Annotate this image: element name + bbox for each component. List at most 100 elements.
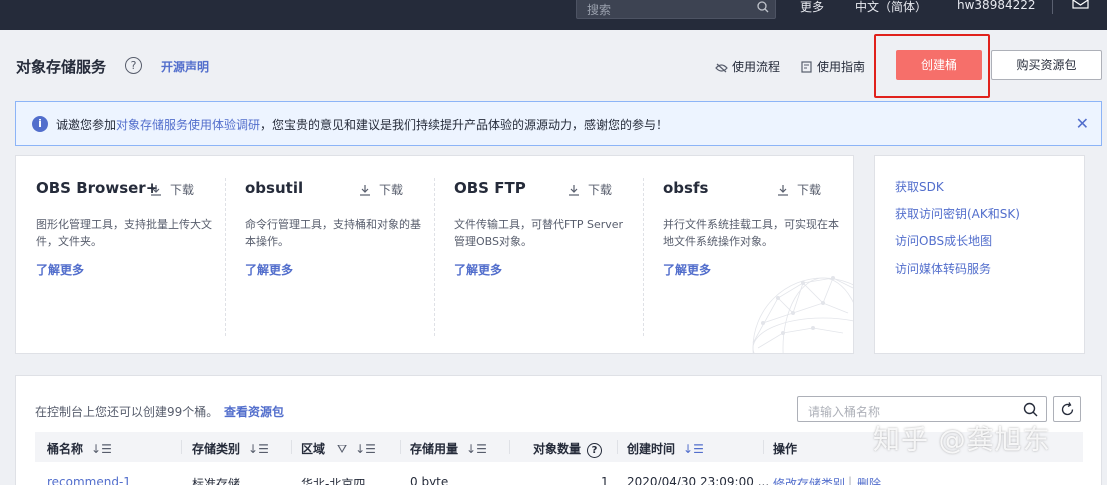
tool-download-label: 下载 (170, 183, 195, 197)
created-time-cell: 2020/04/30 23:09:00 ... (627, 475, 770, 485)
column-storage-class[interactable]: 存储类别 ↓☰ (192, 440, 269, 457)
media-transcode-link[interactable]: 访问媒体转码服务 (895, 260, 991, 277)
page-title: 对象存储服务 (16, 58, 107, 76)
storage-class-cell: 标准存储 (192, 477, 241, 485)
language-switch[interactable]: 中文（简体） (855, 0, 927, 15)
refresh-icon (1061, 402, 1074, 416)
open-source-link[interactable]: 开源声明 (161, 58, 209, 75)
op-divider: | (848, 475, 853, 485)
decorative-globe-graphic (752, 276, 853, 353)
tool-learn-more-link[interactable]: 了解更多 (663, 261, 711, 278)
mail-icon[interactable] (1072, 0, 1090, 12)
create-bucket-button[interactable]: 创建桶 (896, 50, 982, 80)
tool-card-obs-browser: OBS Browser+ 下载 图形化管理工具，支持批量上传大文件，文件夹。 了… (16, 156, 225, 353)
search-icon[interactable] (757, 1, 769, 16)
column-label: 桶名称 (47, 442, 84, 456)
tool-download-link[interactable]: 下载 (568, 181, 612, 198)
info-icon: i (32, 116, 48, 132)
column-bucket-name[interactable]: 桶名称 ↓☰ (47, 440, 112, 457)
column-object-count: 对象数量? (533, 440, 603, 458)
column-divider (617, 440, 618, 454)
get-sdk-link[interactable]: 获取SDK (895, 178, 944, 195)
column-label: 对象数量 (533, 442, 582, 456)
more-menu[interactable]: 更多 (800, 0, 824, 15)
sort-icon[interactable]: ↓☰ (466, 442, 487, 456)
sort-active-icon[interactable]: ↓☰ (683, 442, 704, 456)
usage-guide-link[interactable]: 使用指南 (801, 58, 865, 75)
filter-icon[interactable]: ⛛ (337, 442, 347, 456)
buy-package-button[interactable]: 购买资源包 (991, 50, 1102, 80)
column-label: 创建时间 (627, 442, 676, 456)
document-edit-icon (801, 61, 812, 73)
top-nav-bar: 搜索 更多 中文（简体） hw38984222 (0, 0, 1107, 30)
tool-desc: 命令行管理工具，支持桶和对象的基本操作。 (245, 218, 421, 248)
growth-map-link[interactable]: 访问OBS成长地图 (895, 232, 992, 249)
table-row: recommend-1 标准存储 华北-北京四 0 byte 1 2020/04… (35, 472, 1083, 485)
quick-links-panel: 获取SDK 获取访问密钥(AK和SK) 访问OBS成长地图 访问媒体转码服务 (874, 155, 1085, 354)
user-account[interactable]: hw38984222 (957, 0, 1036, 12)
column-divider (763, 440, 764, 454)
topbar-divider (1052, 0, 1053, 14)
usage-flow-link[interactable]: 使用流程 (715, 58, 780, 75)
survey-notice: i 诚邀您参加对象存储服务使用体验调研，您宝贵的意见和建议是我们持续提升产品体验… (15, 101, 1102, 146)
modify-storage-class-link[interactable]: 修改存储类别 (773, 475, 845, 485)
download-icon (569, 185, 579, 196)
tool-learn-more-link[interactable]: 了解更多 (245, 261, 293, 278)
column-storage-usage[interactable]: 存储用量 ↓☰ (410, 440, 487, 457)
object-count-cell: 1 (601, 475, 609, 485)
eye-off-icon (715, 63, 728, 73)
tool-download-link[interactable]: 下载 (359, 181, 403, 198)
bucket-name-link[interactable]: recommend-1 (47, 475, 131, 485)
global-search-input[interactable]: 搜索 (576, 0, 776, 19)
tool-desc: 文件传输工具，可替代FTP Server管理OBS对象。 (454, 218, 624, 248)
tool-learn-more-link[interactable]: 了解更多 (454, 261, 502, 278)
column-label: 存储类别 (192, 442, 241, 456)
tool-download-label: 下载 (379, 183, 404, 197)
help-icon[interactable]: ? (125, 57, 142, 74)
bucket-quota-text: 在控制台上您还可以创建99个桶。 (35, 405, 219, 419)
download-icon (360, 185, 370, 196)
column-created-time[interactable]: 创建时间 ↓☰ (627, 440, 704, 457)
tool-name: obsfs (663, 179, 709, 197)
notice-text-after: ，您宝贵的意见和建议是我们持续提升产品体验的源源动力，感谢您的参与！ (260, 118, 669, 132)
sort-icon[interactable]: ↓☰ (355, 442, 376, 456)
help-icon[interactable]: ? (587, 443, 603, 458)
tool-download-label: 下载 (797, 183, 822, 197)
sort-icon[interactable]: ↓☰ (248, 442, 269, 456)
tool-card-obsutil: obsutil 下载 命令行管理工具，支持桶和对象的基本操作。 了解更多 (225, 156, 434, 353)
tool-download-link[interactable]: 下载 (150, 181, 194, 198)
download-icon (778, 185, 788, 196)
sort-icon[interactable]: ↓☰ (91, 442, 112, 456)
column-region[interactable]: 区域 ⛛ ↓☰ (301, 440, 376, 457)
usage-flow-label: 使用流程 (732, 60, 781, 74)
column-label: 区域 (301, 442, 326, 456)
close-icon[interactable]: ✕ (1076, 114, 1089, 133)
tools-panel: OBS Browser+ 下载 图形化管理工具，支持批量上传大文件，文件夹。 了… (15, 155, 854, 354)
bucket-search-placeholder: 请输入桶名称 (808, 405, 881, 419)
tool-name: OBS Browser+ (36, 179, 159, 197)
column-label: 存储用量 (410, 442, 459, 456)
search-icon[interactable] (1023, 402, 1038, 417)
tool-card-obs-ftp: OBS FTP 下载 文件传输工具，可替代FTP Server管理OBS对象。 … (434, 156, 643, 353)
column-divider (509, 440, 510, 454)
region-cell: 华北-北京四 (301, 477, 366, 485)
tool-name: OBS FTP (454, 179, 526, 197)
notice-text: 诚邀您参加对象存储服务使用体验调研，您宝贵的意见和建议是我们持续提升产品体验的源… (56, 116, 668, 133)
usage-cell: 0 byte (410, 475, 449, 485)
tool-download-link[interactable]: 下载 (777, 181, 821, 198)
view-package-link[interactable]: 查看资源包 (224, 403, 284, 420)
refresh-button[interactable] (1053, 396, 1081, 422)
tool-download-label: 下载 (588, 183, 613, 197)
get-access-key-link[interactable]: 获取访问密钥(AK和SK) (895, 205, 1020, 222)
column-operations: 操作 (773, 442, 798, 456)
global-search-placeholder: 搜索 (587, 3, 612, 17)
download-icon (151, 185, 161, 196)
usage-guide-label: 使用指南 (817, 60, 866, 74)
column-divider (291, 440, 292, 454)
delete-link[interactable]: 删除 (857, 475, 881, 485)
watermark: 知乎 @龚旭东 (873, 425, 1051, 456)
survey-link[interactable]: 对象存储服务使用体验调研 (116, 118, 260, 132)
tool-learn-more-link[interactable]: 了解更多 (36, 261, 84, 278)
notice-text-before: 诚邀您参加 (56, 118, 117, 132)
column-divider (181, 440, 182, 454)
